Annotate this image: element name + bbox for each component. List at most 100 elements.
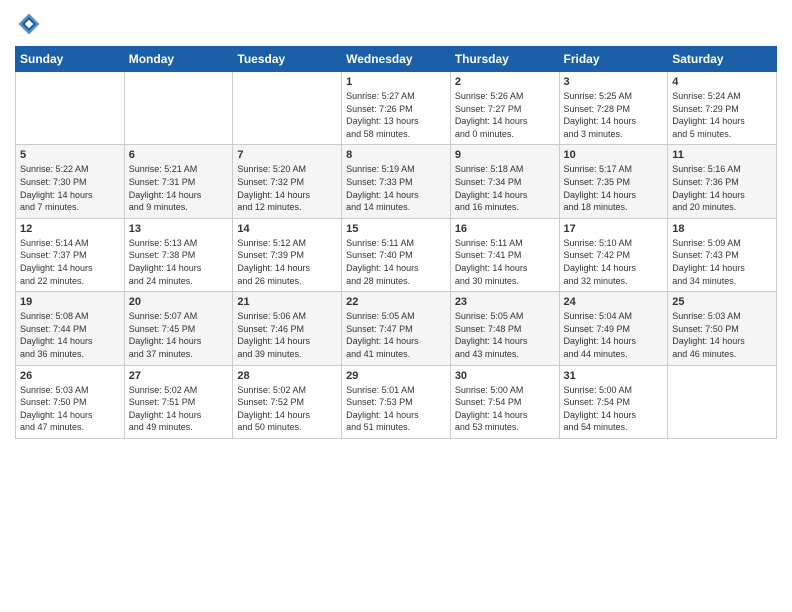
calendar-cell: 27 Sunrise: 5:02 AM Sunset: 7:51 PM Dayli… [124, 365, 233, 438]
calendar-cell: 31Sunrise: 5:00 AM Sunset: 7:54 PM Dayli… [559, 365, 668, 438]
calendar-cell: 14 Sunrise: 5:12 AM Sunset: 7:39 PM Dayli… [233, 218, 342, 291]
day-info: Sunrise: 5:11 AM Sunset: 7:41 PM Dayligh… [455, 237, 555, 287]
day-number: 2 [455, 76, 555, 88]
day-number: 3 [564, 76, 664, 88]
calendar-cell: 23Sunrise: 5:05 AM Sunset: 7:48 PM Dayli… [450, 292, 559, 365]
calendar-week-row: 12 Sunrise: 5:14 AM Sunset: 7:37 PM Dayli… [16, 218, 777, 291]
calendar-cell: 17 Sunrise: 5:10 AM Sunset: 7:42 PM Dayli… [559, 218, 668, 291]
calendar-cell: 29Sunrise: 5:01 AM Sunset: 7:53 PM Dayli… [342, 365, 451, 438]
day-number: 5 [20, 149, 120, 161]
day-info: Sunrise: 5:08 AM Sunset: 7:44 PM Dayligh… [20, 310, 120, 360]
calendar-cell: 3 Sunrise: 5:25 AM Sunset: 7:28 PM Daylig… [559, 72, 668, 145]
calendar-cell: 21 Sunrise: 5:06 AM Sunset: 7:46 PM Dayli… [233, 292, 342, 365]
day-number: 12 [20, 223, 120, 235]
day-of-week-header: Wednesday [342, 47, 451, 72]
day-number: 14 [237, 223, 337, 235]
day-info: Sunrise: 5:03 AM Sunset: 7:50 PM Dayligh… [20, 384, 120, 434]
day-number: 28 [237, 370, 337, 382]
general-blue-logo-icon [15, 10, 43, 38]
day-number: 25 [672, 296, 772, 308]
calendar-cell: 8 Sunrise: 5:19 AM Sunset: 7:33 PM Daylig… [342, 145, 451, 218]
calendar-week-row: 5 Sunrise: 5:22 AM Sunset: 7:30 PM Daylig… [16, 145, 777, 218]
page-header [15, 10, 777, 38]
day-number: 20 [129, 296, 229, 308]
day-of-week-header: Tuesday [233, 47, 342, 72]
day-info: Sunrise: 5:09 AM Sunset: 7:43 PM Dayligh… [672, 237, 772, 287]
day-number: 30 [455, 370, 555, 382]
day-info: Sunrise: 5:21 AM Sunset: 7:31 PM Dayligh… [129, 163, 229, 213]
day-of-week-header: Friday [559, 47, 668, 72]
day-info: Sunrise: 5:11 AM Sunset: 7:40 PM Dayligh… [346, 237, 446, 287]
day-info: Sunrise: 5:27 AM Sunset: 7:26 PM Dayligh… [346, 90, 446, 140]
day-info: Sunrise: 5:12 AM Sunset: 7:39 PM Dayligh… [237, 237, 337, 287]
day-info: Sunrise: 5:04 AM Sunset: 7:49 PM Dayligh… [564, 310, 664, 360]
day-info: Sunrise: 5:13 AM Sunset: 7:38 PM Dayligh… [129, 237, 229, 287]
calendar-cell: 12 Sunrise: 5:14 AM Sunset: 7:37 PM Dayli… [16, 218, 125, 291]
day-info: Sunrise: 5:05 AM Sunset: 7:47 PM Dayligh… [346, 310, 446, 360]
calendar-cell: 26Sunrise: 5:03 AM Sunset: 7:50 PM Dayli… [16, 365, 125, 438]
calendar-table: SundayMondayTuesdayWednesdayThursdayFrid… [15, 46, 777, 439]
calendar-cell: 30 Sunrise: 5:00 AM Sunset: 7:54 PM Dayli… [450, 365, 559, 438]
calendar-cell: 15 Sunrise: 5:11 AM Sunset: 7:40 PM Dayli… [342, 218, 451, 291]
day-number: 24 [564, 296, 664, 308]
day-number: 21 [237, 296, 337, 308]
day-info: Sunrise: 5:20 AM Sunset: 7:32 PM Dayligh… [237, 163, 337, 213]
logo [15, 10, 47, 38]
calendar-cell: 7 Sunrise: 5:20 AM Sunset: 7:32 PM Daylig… [233, 145, 342, 218]
day-info: Sunrise: 5:05 AM Sunset: 7:48 PM Dayligh… [455, 310, 555, 360]
day-of-week-header: Saturday [668, 47, 777, 72]
day-number: 16 [455, 223, 555, 235]
day-number: 15 [346, 223, 446, 235]
calendar-cell: 20 Sunrise: 5:07 AM Sunset: 7:45 PM Dayli… [124, 292, 233, 365]
calendar-cell: 4Sunrise: 5:24 AM Sunset: 7:29 PM Daylig… [668, 72, 777, 145]
day-number: 18 [672, 223, 772, 235]
calendar-week-row: 26Sunrise: 5:03 AM Sunset: 7:50 PM Dayli… [16, 365, 777, 438]
calendar-header-row: SundayMondayTuesdayWednesdayThursdayFrid… [16, 47, 777, 72]
day-number: 6 [129, 149, 229, 161]
day-info: Sunrise: 5:14 AM Sunset: 7:37 PM Dayligh… [20, 237, 120, 287]
day-number: 9 [455, 149, 555, 161]
calendar-cell: 24 Sunrise: 5:04 AM Sunset: 7:49 PM Dayli… [559, 292, 668, 365]
day-info: Sunrise: 5:01 AM Sunset: 7:53 PM Dayligh… [346, 384, 446, 434]
day-number: 17 [564, 223, 664, 235]
day-info: Sunrise: 5:00 AM Sunset: 7:54 PM Dayligh… [455, 384, 555, 434]
calendar-week-row: 1 Sunrise: 5:27 AM Sunset: 7:26 PM Daylig… [16, 72, 777, 145]
calendar-cell: 9Sunrise: 5:18 AM Sunset: 7:34 PM Daylig… [450, 145, 559, 218]
calendar-cell: 19 Sunrise: 5:08 AM Sunset: 7:44 PM Dayli… [16, 292, 125, 365]
calendar-cell: 18 Sunrise: 5:09 AM Sunset: 7:43 PM Dayli… [668, 218, 777, 291]
day-info: Sunrise: 5:22 AM Sunset: 7:30 PM Dayligh… [20, 163, 120, 213]
day-number: 8 [346, 149, 446, 161]
calendar-cell [124, 72, 233, 145]
calendar-cell [668, 365, 777, 438]
calendar-cell: 10Sunrise: 5:17 AM Sunset: 7:35 PM Dayli… [559, 145, 668, 218]
calendar-cell: 1 Sunrise: 5:27 AM Sunset: 7:26 PM Daylig… [342, 72, 451, 145]
day-number: 7 [237, 149, 337, 161]
day-info: Sunrise: 5:02 AM Sunset: 7:51 PM Dayligh… [129, 384, 229, 434]
day-info: Sunrise: 5:07 AM Sunset: 7:45 PM Dayligh… [129, 310, 229, 360]
calendar-cell: 13 Sunrise: 5:13 AM Sunset: 7:38 PM Dayli… [124, 218, 233, 291]
day-info: Sunrise: 5:19 AM Sunset: 7:33 PM Dayligh… [346, 163, 446, 213]
day-info: Sunrise: 5:06 AM Sunset: 7:46 PM Dayligh… [237, 310, 337, 360]
day-number: 4 [672, 76, 772, 88]
day-info: Sunrise: 5:02 AM Sunset: 7:52 PM Dayligh… [237, 384, 337, 434]
calendar-cell: 25 Sunrise: 5:03 AM Sunset: 7:50 PM Dayli… [668, 292, 777, 365]
day-number: 27 [129, 370, 229, 382]
calendar-cell: 2Sunrise: 5:26 AM Sunset: 7:27 PM Daylig… [450, 72, 559, 145]
day-of-week-header: Sunday [16, 47, 125, 72]
day-number: 1 [346, 76, 446, 88]
calendar-cell [16, 72, 125, 145]
day-number: 19 [20, 296, 120, 308]
calendar-cell: 28 Sunrise: 5:02 AM Sunset: 7:52 PM Dayli… [233, 365, 342, 438]
calendar-cell: 5 Sunrise: 5:22 AM Sunset: 7:30 PM Daylig… [16, 145, 125, 218]
day-number: 22 [346, 296, 446, 308]
day-info: Sunrise: 5:10 AM Sunset: 7:42 PM Dayligh… [564, 237, 664, 287]
calendar-cell: 11Sunrise: 5:16 AM Sunset: 7:36 PM Dayli… [668, 145, 777, 218]
day-info: Sunrise: 5:16 AM Sunset: 7:36 PM Dayligh… [672, 163, 772, 213]
calendar-cell: 22 Sunrise: 5:05 AM Sunset: 7:47 PM Dayli… [342, 292, 451, 365]
day-number: 13 [129, 223, 229, 235]
day-number: 10 [564, 149, 664, 161]
day-info: Sunrise: 5:03 AM Sunset: 7:50 PM Dayligh… [672, 310, 772, 360]
day-info: Sunrise: 5:25 AM Sunset: 7:28 PM Dayligh… [564, 90, 664, 140]
day-of-week-header: Monday [124, 47, 233, 72]
calendar-cell: 16 Sunrise: 5:11 AM Sunset: 7:41 PM Dayli… [450, 218, 559, 291]
